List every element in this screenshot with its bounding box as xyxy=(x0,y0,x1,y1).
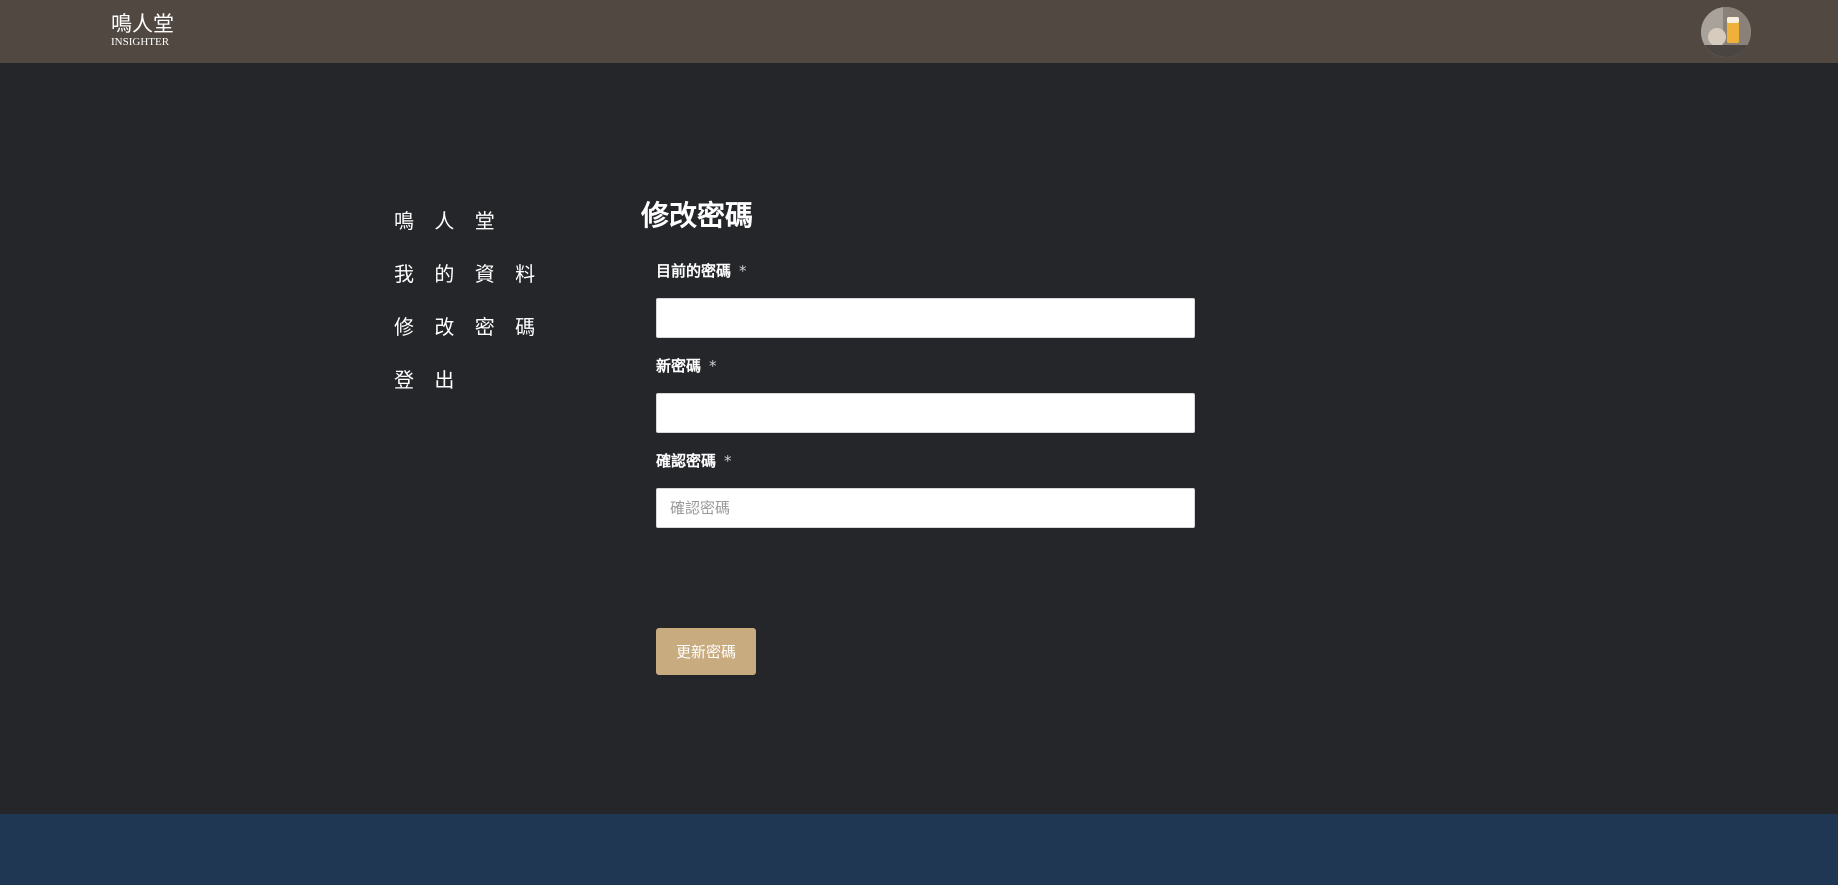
new-password-label: 新密碼 * xyxy=(656,356,1195,376)
confirm-password-input[interactable] xyxy=(656,488,1195,528)
required-mark: * xyxy=(739,262,747,280)
required-mark: * xyxy=(709,357,717,375)
required-mark: * xyxy=(724,452,732,470)
logo-chinese-text: 鳴人堂 xyxy=(111,12,174,36)
confirm-password-label: 確認密碼 * xyxy=(656,451,1195,471)
current-password-input[interactable] xyxy=(656,298,1195,338)
account-sidebar: 鳴 人 堂 我 的 資 料 修 改 密 碼 登 出 xyxy=(394,209,594,421)
confirm-password-field-group: 確認密碼 * xyxy=(656,451,1195,528)
current-password-label: 目前的密碼 * xyxy=(656,261,1195,281)
new-password-field-group: 新密碼 * xyxy=(656,356,1195,433)
footer xyxy=(0,814,1838,885)
sidebar-item-home[interactable]: 鳴 人 堂 xyxy=(394,209,594,233)
confirm-password-label-text: 確認密碼 xyxy=(656,452,717,470)
sidebar-item-change-password[interactable]: 修 改 密 碼 xyxy=(394,315,594,339)
sidebar-item-my-profile[interactable]: 我 的 資 料 xyxy=(394,262,594,286)
main-content: 鳴 人 堂 我 的 資 料 修 改 密 碼 登 出 修改密碼 目前的密碼 * 新密… xyxy=(0,63,1838,814)
change-password-form: 修改密碼 目前的密碼 * 新密碼 * 確認密碼 * 更新密碼 xyxy=(641,199,1201,675)
logo-english-text: INSIGHTER xyxy=(111,36,170,48)
current-password-field-group: 目前的密碼 * xyxy=(656,261,1195,338)
avatar-photo-icon xyxy=(1701,7,1751,57)
update-password-button[interactable]: 更新密碼 xyxy=(656,628,756,675)
current-password-label-text: 目前的密碼 xyxy=(656,262,732,280)
new-password-label-text: 新密碼 xyxy=(656,357,702,375)
user-avatar-icon[interactable] xyxy=(1701,7,1751,57)
site-logo[interactable]: 鳴人堂 INSIGHTER xyxy=(111,13,181,49)
sidebar-item-logout[interactable]: 登 出 xyxy=(394,368,594,392)
page-title: 修改密碼 xyxy=(641,199,754,232)
new-password-input[interactable] xyxy=(656,393,1195,433)
top-bar: 鳴人堂 INSIGHTER xyxy=(0,0,1838,63)
